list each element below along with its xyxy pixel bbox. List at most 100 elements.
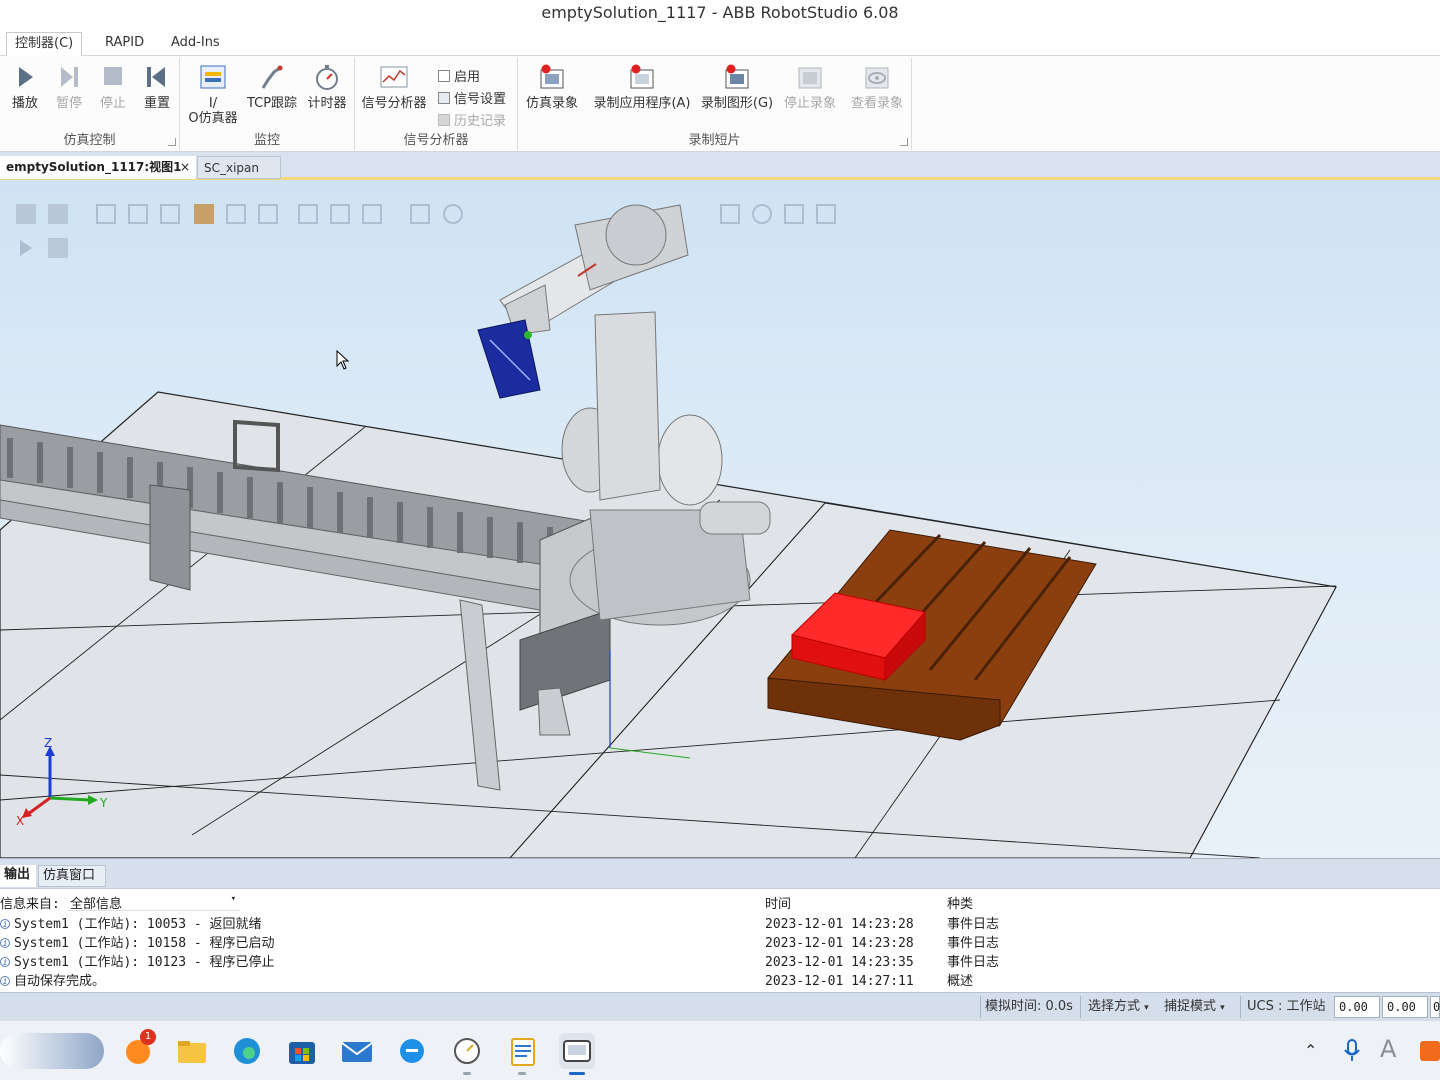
running-indicator [463,1072,471,1075]
chevron-up-icon[interactable]: ⌃ [1304,1041,1317,1060]
view-record-button[interactable]: 查看录象 [846,64,908,111]
sim-record-button[interactable]: 仿真录象 [522,64,582,111]
record-app-button[interactable]: 录制应用程序(A) [590,64,694,111]
coord-x-field[interactable]: 0.00 [1334,996,1380,1018]
snap-tool-icon[interactable] [226,204,246,224]
taskbar-ie[interactable] [394,1033,430,1069]
io-simulator-button[interactable]: I/O仿真器 [186,64,240,126]
info-icon: i [0,938,10,948]
io-simulator-icon [199,64,227,90]
tab-output[interactable]: 输出 [0,865,36,887]
group-monitor: I/O仿真器 TCP跟踪 计时器 监控 [180,58,355,150]
measure-tool-icon[interactable] [784,204,804,224]
notification-badge: 1 [140,1029,156,1045]
tab-sc-xipan[interactable]: SC_xipan [197,156,281,179]
view-tool-icon[interactable] [48,204,68,224]
measure-circle-icon[interactable] [443,204,463,224]
taskbar-app[interactable] [449,1033,485,1075]
view-record-icon [863,64,891,90]
measure-tool-icon[interactable] [816,204,836,224]
coord-z-field[interactable]: 0 [1430,996,1440,1018]
tab-sim-window[interactable]: 仿真窗口 [38,865,106,887]
tcp-trace-button[interactable]: TCP跟踪 [246,64,298,111]
snap-mode-dropdown[interactable]: 捕捉模式 ▾ [1164,998,1225,1016]
column-header-type[interactable]: 种类 [947,893,973,912]
chevron-down-icon: ▾ [1144,1003,1149,1013]
document-tab-bar: emptySolution_1117:视图1 × SC_xipan [0,152,1440,180]
stopwatch-icon [313,64,341,90]
stop-button[interactable]: 停止 [96,64,130,111]
view-tool-icon[interactable] [16,204,36,224]
history-icon [438,114,450,126]
log-row[interactable]: i System1 (工作站): 10053 - 返回就绪 2023-12-01… [0,915,1440,934]
stop-record-button[interactable]: 停止录象 [780,64,840,111]
weather-widget[interactable] [0,1033,104,1069]
snap-tool-icon[interactable] [258,204,278,224]
select-tool-icon[interactable] [128,204,148,224]
signal-analyzer-button[interactable]: 信号分析器 [358,64,430,111]
select-mode-dropdown[interactable]: 选择方式 ▾ [1088,998,1149,1016]
tab-view1[interactable]: emptySolution_1117:视图1 × [0,156,196,179]
play-button[interactable]: 播放 [8,64,42,111]
sim-time: 模拟时间: 0.0s [985,999,1073,1014]
log-row[interactable]: i 自动保存完成。 2023-12-01 14:27:11 概述 [0,972,1440,991]
column-header-time[interactable]: 时间 [765,893,791,912]
timer-button[interactable]: 计时器 [304,64,350,111]
taskbar-store[interactable] [284,1033,320,1069]
log-row[interactable]: i System1 (工作站): 10158 - 程序已启动 2023-12-0… [0,934,1440,953]
3d-viewport[interactable]: Z Y X [0,180,1440,858]
group-sim-control: 播放 暂停 停止 重置 仿真控制 [0,58,180,150]
taskbar: 1 ⌃ A [0,1020,1440,1080]
tray-app-icon[interactable] [1420,1041,1440,1061]
reset-icon [143,64,171,90]
play-icon[interactable] [16,238,36,258]
info-icon: i [0,976,10,986]
pause-button[interactable]: 暂停 [52,64,86,111]
ribbon-tab-bar: 控制器(C) RAPID Add-Ins [0,28,1440,56]
measure-tool-icon[interactable] [410,204,430,224]
info-icon: i [0,957,10,967]
stop-icon [99,64,127,90]
reset-button[interactable]: 重置 [140,64,174,111]
input-method-icon[interactable]: A [1380,1035,1396,1063]
taskbar-notepad[interactable] [504,1033,540,1075]
info-icon: i [0,919,10,929]
window-title: emptySolution_1117 - ABB RobotStudio 6.0… [0,0,1440,28]
coord-y-field[interactable]: 0.00 [1382,996,1428,1018]
measure-tool-icon[interactable] [752,204,772,224]
tab-rapid[interactable]: RAPID [97,32,152,56]
group-launcher[interactable] [168,138,176,146]
filter-dropdown[interactable]: 全部信息 ▾ [68,893,240,912]
history-button[interactable]: 历史记录 [438,110,506,129]
taskbar-mail[interactable] [339,1033,375,1069]
microphone-icon[interactable] [1344,1039,1360,1067]
enable-checkbox[interactable]: 启用 [438,66,480,85]
snap-object-icon[interactable] [194,204,214,224]
taskbar-edge[interactable] [229,1033,265,1069]
play-icon [11,64,39,90]
notepad-icon [511,1038,535,1066]
stop-record-icon [796,64,824,90]
group-launcher[interactable] [900,138,908,146]
snap-tool-icon[interactable] [298,204,318,224]
tab-controller[interactable]: 控制器(C) [6,32,83,56]
group-label-sim-control: 仿真控制 [63,133,116,148]
taskbar-robotstudio[interactable] [559,1033,595,1075]
filter-label: 信息来自: [0,897,60,912]
signal-settings-button[interactable]: 信号设置 [438,88,506,107]
active-indicator [569,1072,585,1075]
snap-tool-icon[interactable] [362,204,382,224]
select-tool-icon[interactable] [96,204,116,224]
snap-tool-icon[interactable] [330,204,350,224]
clock-app-icon [454,1038,480,1064]
tab-addins[interactable]: Add-Ins [163,32,228,56]
log-row[interactable]: i System1 (工作站): 10123 - 程序已停止 2023-12-0… [0,953,1440,972]
record-graphics-button[interactable]: 录制图形(G) [698,64,776,111]
axis-y-label: Y [100,796,108,810]
select-tool-icon[interactable] [160,204,180,224]
view-tool-icon[interactable] [48,238,68,258]
close-icon[interactable]: × [180,156,190,178]
measure-tool-icon[interactable] [720,204,740,224]
taskbar-browser[interactable]: 1 [120,1029,156,1069]
taskbar-file-explorer[interactable] [174,1033,210,1069]
